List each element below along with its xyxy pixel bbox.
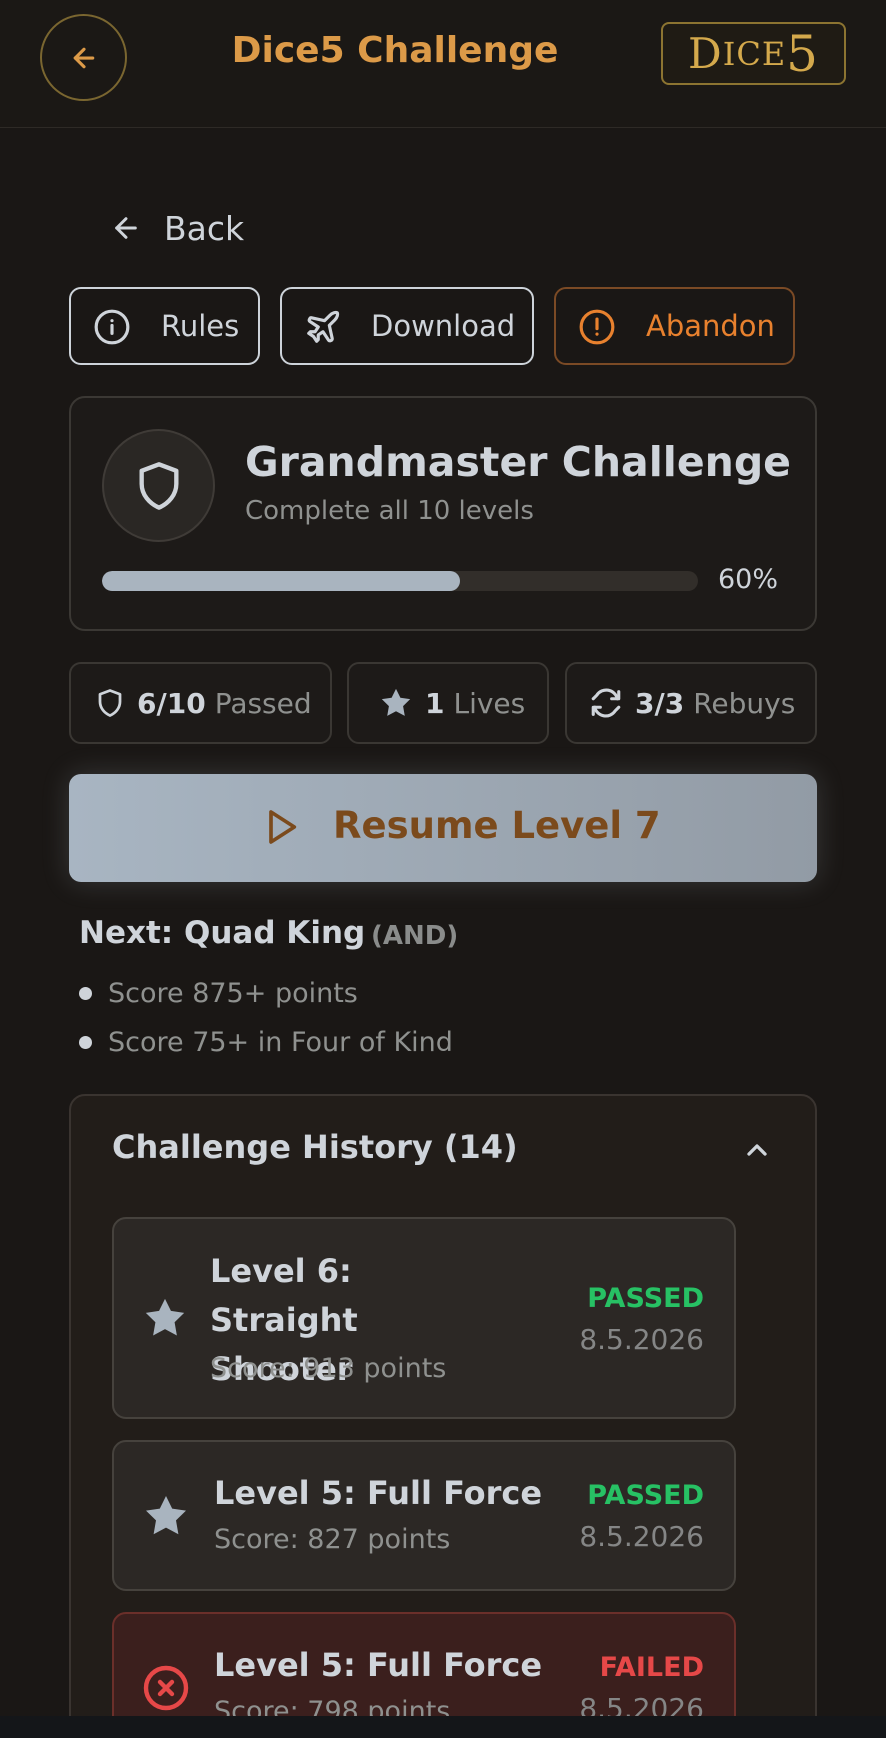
history-item-name: Level 5: Full Force [214,1646,543,1684]
progress-percentage: 60% [718,564,779,595]
bottom-strip [0,1716,886,1738]
resume-level-button[interactable]: Resume Level 7 [69,774,817,882]
x-circle-icon [143,1665,189,1711]
rebuys-label: Rebuys [693,686,796,720]
rules-label: Rules [161,309,240,343]
requirement-text: Score 75+ in Four of Kind [108,1027,453,1058]
challenge-history-panel: Challenge History (14) Level 6: Straight… [69,1094,817,1738]
bullet-icon [79,1036,92,1049]
history-item-score: Score: 913 points [210,1353,447,1384]
top-bar: Dice5 Challenge D ICE 5 [0,0,886,128]
next-level-tag: (AND) [371,921,459,951]
shield-icon [139,461,178,510]
history-item-score: Score: 827 points [214,1524,451,1555]
history-item-status: PASSED [587,1480,704,1511]
resume-label: Resume Level 7 [333,804,661,847]
star-icon [145,1298,185,1336]
passed-label: Passed [214,686,312,720]
shield-icon [98,689,122,717]
progress-bar [102,571,698,591]
alert-circle-icon [579,309,615,345]
history-title[interactable]: Challenge History (14) [112,1128,518,1166]
abandon-button[interactable]: Abandon [554,287,795,365]
play-icon [269,810,297,844]
lives-value: 1 [425,686,445,720]
chevron-up-icon[interactable] [741,1134,773,1166]
bullet-icon [79,987,92,1000]
download-label: Download [371,309,516,343]
abandon-label: Abandon [646,309,775,343]
lives-label: Lives [453,686,526,720]
info-icon [94,309,130,345]
challenge-badge [102,429,215,542]
back-label: Back [164,208,245,248]
history-item[interactable]: Level 6: Straight Shooter Score: 913 poi… [112,1217,736,1419]
history-item-date: 8.5.2026 [579,1520,704,1553]
passed-value: 6/10 [137,686,206,720]
next-level-title: Next: Quad King [79,915,366,951]
arrow-left-icon [115,217,137,239]
rules-button[interactable]: Rules [69,287,260,365]
rebuys-value: 3/3 [635,686,685,720]
challenge-subtitle: Complete all 10 levels [245,496,534,526]
stat-passed: 6/10 Passed [69,662,332,744]
dice5-logo: D ICE 5 [661,22,846,85]
stat-lives: 1 Lives [347,662,549,744]
challenge-title: Grandmaster Challenge [245,438,791,486]
requirement-text: Score 875+ points [108,978,358,1009]
download-button[interactable]: Download [280,287,534,365]
history-item-date: 8.5.2026 [579,1323,704,1356]
history-item-status: PASSED [587,1283,704,1314]
stat-rebuys: 3/3 Rebuys [565,662,817,744]
back-link[interactable]: Back [110,203,244,253]
requirement-item: Score 75+ in Four of Kind [79,1027,453,1058]
history-item-name: Level 5: Full Force [214,1474,543,1512]
history-item[interactable]: Level 5: Full Force Score: 827 points PA… [112,1440,736,1591]
progress-fill [102,571,460,591]
star-icon [381,688,411,716]
plane-icon [307,310,340,343]
history-item-status: FAILED [599,1652,704,1683]
requirement-item: Score 875+ points [79,978,358,1009]
challenge-card: Grandmaster Challenge Complete all 10 le… [69,396,817,631]
refresh-icon [591,688,621,718]
star-icon [146,1496,186,1535]
